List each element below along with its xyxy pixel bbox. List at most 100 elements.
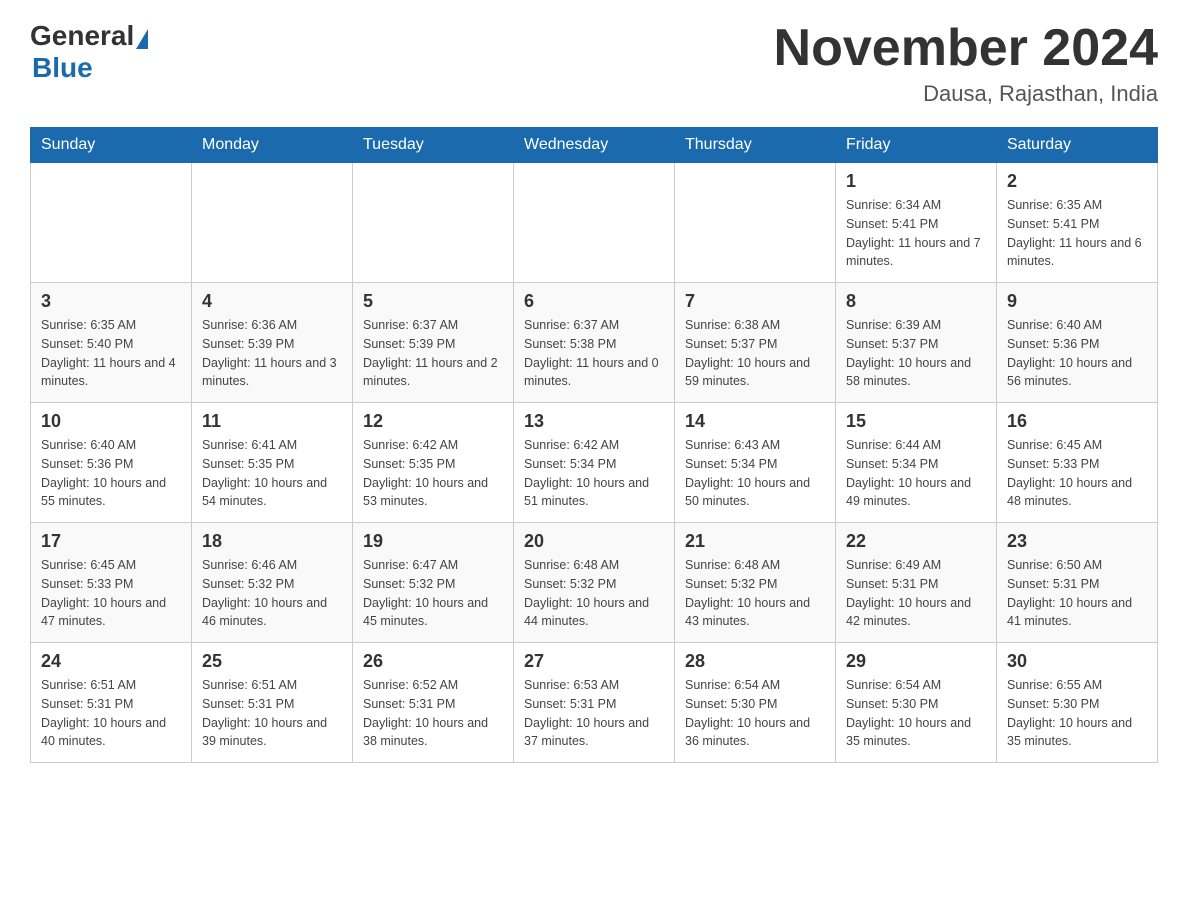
calendar-cell: 7 Sunrise: 6:38 AMSunset: 5:37 PMDaylight… xyxy=(675,283,836,403)
day-info: Sunrise: 6:49 AMSunset: 5:31 PMDaylight:… xyxy=(846,556,986,631)
calendar-cell: 21Sunrise: 6:48 AMSunset: 5:32 PMDayligh… xyxy=(675,523,836,643)
calendar-cell: 15Sunrise: 6:44 AMSunset: 5:34 PMDayligh… xyxy=(836,403,997,523)
day-number: 25 xyxy=(202,651,342,672)
day-info: Sunrise: 6:37 AMSunset: 5:38 PMDaylight:… xyxy=(524,316,664,391)
calendar-week-row: 24 Sunrise: 6:51 AMSunset: 5:31 PMDayligh… xyxy=(31,643,1158,763)
day-info: Sunrise: 6:51 AMSunset: 5:31 PMDaylight:… xyxy=(41,676,181,751)
calendar-week-row: 3Sunrise: 6:35 AMSunset: 5:40 PMDaylight… xyxy=(31,283,1158,403)
logo-area: General Blue xyxy=(30,20,150,84)
calendar-cell: 11 Sunrise: 6:41 AMSunset: 5:35 PMDayligh… xyxy=(192,403,353,523)
day-of-week-header: Sunday xyxy=(31,128,192,163)
calendar-subtitle: Dausa, Rajasthan, India xyxy=(774,81,1158,107)
calendar-cell: 1 Sunrise: 6:34 AMSunset: 5:41 PMDaylight… xyxy=(836,163,997,283)
calendar-cell: 30 Sunrise: 6:55 AMSunset: 5:30 PMDayligh… xyxy=(997,643,1158,763)
calendar-cell xyxy=(353,163,514,283)
calendar-cell: 29 Sunrise: 6:54 AMSunset: 5:30 PMDayligh… xyxy=(836,643,997,763)
title-area: November 2024 Dausa, Rajasthan, India xyxy=(774,20,1158,107)
day-number: 5 xyxy=(363,291,503,312)
day-number: 9 xyxy=(1007,291,1147,312)
logo: General xyxy=(30,20,150,52)
day-number: 28 xyxy=(685,651,825,672)
calendar-cell: 18Sunrise: 6:46 AMSunset: 5:32 PMDayligh… xyxy=(192,523,353,643)
day-number: 11 xyxy=(202,411,342,432)
day-number: 19 xyxy=(363,531,503,552)
calendar-cell: 10 Sunrise: 6:40 AMSunset: 5:36 PMDayligh… xyxy=(31,403,192,523)
calendar-cell: 8Sunrise: 6:39 AMSunset: 5:37 PMDaylight… xyxy=(836,283,997,403)
day-number: 21 xyxy=(685,531,825,552)
day-number: 8 xyxy=(846,291,986,312)
day-info: Sunrise: 6:35 AMSunset: 5:41 PMDaylight:… xyxy=(1007,196,1147,271)
day-number: 3 xyxy=(41,291,181,312)
day-number: 14 xyxy=(685,411,825,432)
day-info: Sunrise: 6:45 AMSunset: 5:33 PMDaylight:… xyxy=(1007,436,1147,511)
calendar-cell: 23 Sunrise: 6:50 AMSunset: 5:31 PMDayligh… xyxy=(997,523,1158,643)
day-info: Sunrise: 6:40 AMSunset: 5:36 PMDaylight:… xyxy=(41,436,181,511)
day-number: 13 xyxy=(524,411,664,432)
calendar-week-row: 17Sunrise: 6:45 AMSunset: 5:33 PMDayligh… xyxy=(31,523,1158,643)
calendar-cell: 5 Sunrise: 6:37 AMSunset: 5:39 PMDaylight… xyxy=(353,283,514,403)
day-info: Sunrise: 6:52 AMSunset: 5:31 PMDaylight:… xyxy=(363,676,503,751)
day-info: Sunrise: 6:34 AMSunset: 5:41 PMDaylight:… xyxy=(846,196,986,271)
day-number: 6 xyxy=(524,291,664,312)
logo-general-text: General xyxy=(30,20,134,52)
day-number: 17 xyxy=(41,531,181,552)
day-number: 16 xyxy=(1007,411,1147,432)
day-number: 7 xyxy=(685,291,825,312)
calendar-week-row: 1 Sunrise: 6:34 AMSunset: 5:41 PMDaylight… xyxy=(31,163,1158,283)
day-info: Sunrise: 6:53 AMSunset: 5:31 PMDaylight:… xyxy=(524,676,664,751)
day-number: 24 xyxy=(41,651,181,672)
day-info: Sunrise: 6:40 AMSunset: 5:36 PMDaylight:… xyxy=(1007,316,1147,391)
day-number: 2 xyxy=(1007,171,1147,192)
day-number: 26 xyxy=(363,651,503,672)
day-of-week-header: Wednesday xyxy=(514,128,675,163)
day-info: Sunrise: 6:43 AMSunset: 5:34 PMDaylight:… xyxy=(685,436,825,511)
day-info: Sunrise: 6:48 AMSunset: 5:32 PMDaylight:… xyxy=(524,556,664,631)
calendar-cell: 17Sunrise: 6:45 AMSunset: 5:33 PMDayligh… xyxy=(31,523,192,643)
day-info: Sunrise: 6:38 AMSunset: 5:37 PMDaylight:… xyxy=(685,316,825,391)
day-number: 10 xyxy=(41,411,181,432)
calendar-cell: 13 Sunrise: 6:42 AMSunset: 5:34 PMDayligh… xyxy=(514,403,675,523)
day-of-week-header: Thursday xyxy=(675,128,836,163)
day-of-week-header: Tuesday xyxy=(353,128,514,163)
days-of-week-row: SundayMondayTuesdayWednesdayThursdayFrid… xyxy=(31,128,1158,163)
calendar-cell xyxy=(675,163,836,283)
day-info: Sunrise: 6:41 AMSunset: 5:35 PMDaylight:… xyxy=(202,436,342,511)
calendar-cell: 24 Sunrise: 6:51 AMSunset: 5:31 PMDayligh… xyxy=(31,643,192,763)
calendar-cell xyxy=(31,163,192,283)
calendar-cell: 25 Sunrise: 6:51 AMSunset: 5:31 PMDayligh… xyxy=(192,643,353,763)
day-number: 23 xyxy=(1007,531,1147,552)
calendar-table: SundayMondayTuesdayWednesdayThursdayFrid… xyxy=(30,127,1158,763)
day-info: Sunrise: 6:42 AMSunset: 5:34 PMDaylight:… xyxy=(524,436,664,511)
day-info: Sunrise: 6:55 AMSunset: 5:30 PMDaylight:… xyxy=(1007,676,1147,751)
logo-triangle-icon xyxy=(136,29,148,49)
day-info: Sunrise: 6:37 AMSunset: 5:39 PMDaylight:… xyxy=(363,316,503,391)
calendar-title: November 2024 xyxy=(774,20,1158,77)
calendar-cell: 14 Sunrise: 6:43 AMSunset: 5:34 PMDayligh… xyxy=(675,403,836,523)
day-number: 18 xyxy=(202,531,342,552)
day-number: 29 xyxy=(846,651,986,672)
calendar-cell: 20Sunrise: 6:48 AMSunset: 5:32 PMDayligh… xyxy=(514,523,675,643)
calendar-cell: 27 Sunrise: 6:53 AMSunset: 5:31 PMDayligh… xyxy=(514,643,675,763)
calendar-cell: 12Sunrise: 6:42 AMSunset: 5:35 PMDayligh… xyxy=(353,403,514,523)
day-info: Sunrise: 6:42 AMSunset: 5:35 PMDaylight:… xyxy=(363,436,503,511)
calendar-cell: 19Sunrise: 6:47 AMSunset: 5:32 PMDayligh… xyxy=(353,523,514,643)
calendar-cell: 6 Sunrise: 6:37 AMSunset: 5:38 PMDaylight… xyxy=(514,283,675,403)
calendar-cell: 9 Sunrise: 6:40 AMSunset: 5:36 PMDaylight… xyxy=(997,283,1158,403)
calendar-cell: 22 Sunrise: 6:49 AMSunset: 5:31 PMDayligh… xyxy=(836,523,997,643)
day-of-week-header: Friday xyxy=(836,128,997,163)
calendar-cell: 26 Sunrise: 6:52 AMSunset: 5:31 PMDayligh… xyxy=(353,643,514,763)
day-number: 22 xyxy=(846,531,986,552)
day-number: 30 xyxy=(1007,651,1147,672)
day-info: Sunrise: 6:50 AMSunset: 5:31 PMDaylight:… xyxy=(1007,556,1147,631)
header: General Blue November 2024 Dausa, Rajast… xyxy=(30,20,1158,107)
day-number: 27 xyxy=(524,651,664,672)
day-info: Sunrise: 6:54 AMSunset: 5:30 PMDaylight:… xyxy=(846,676,986,751)
day-number: 4 xyxy=(202,291,342,312)
day-info: Sunrise: 6:51 AMSunset: 5:31 PMDaylight:… xyxy=(202,676,342,751)
calendar-cell: 16 Sunrise: 6:45 AMSunset: 5:33 PMDayligh… xyxy=(997,403,1158,523)
day-info: Sunrise: 6:36 AMSunset: 5:39 PMDaylight:… xyxy=(202,316,342,391)
day-info: Sunrise: 6:44 AMSunset: 5:34 PMDaylight:… xyxy=(846,436,986,511)
calendar-cell: 3Sunrise: 6:35 AMSunset: 5:40 PMDaylight… xyxy=(31,283,192,403)
day-info: Sunrise: 6:54 AMSunset: 5:30 PMDaylight:… xyxy=(685,676,825,751)
day-number: 1 xyxy=(846,171,986,192)
